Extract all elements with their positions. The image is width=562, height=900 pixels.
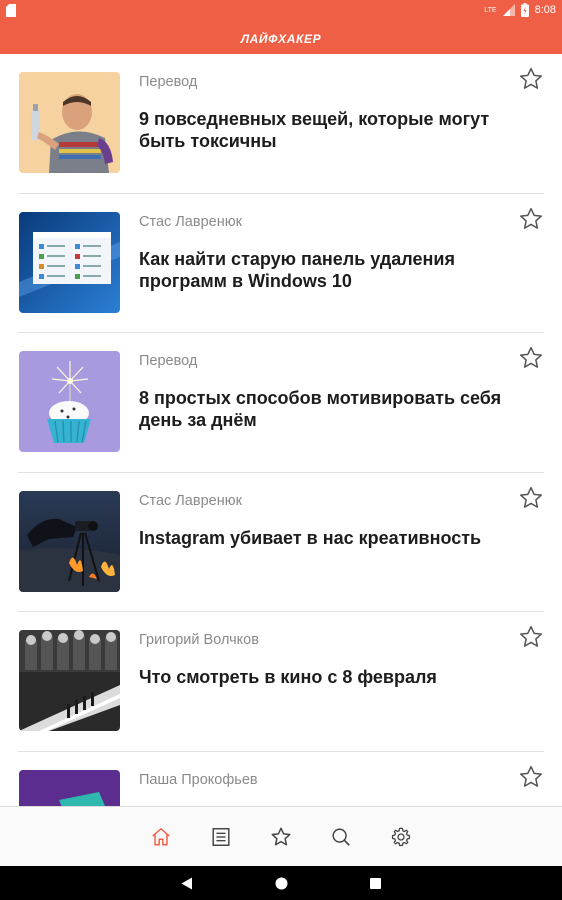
article-author: Перевод [139, 74, 198, 90]
article-thumbnail [19, 211, 120, 313]
clock: 8:08 [534, 4, 556, 16]
favorite-star-icon[interactable] [518, 764, 544, 790]
article-item[interactable]: Паша Прокофьев [18, 752, 544, 806]
signal-icon [502, 4, 515, 16]
sd-card-icon [6, 4, 16, 17]
search-icon[interactable] [329, 825, 353, 849]
system-navigation-bar [0, 866, 562, 900]
gear-icon[interactable] [389, 825, 413, 849]
article-item[interactable]: Перевод 8 простых способов мотивировать … [18, 333, 544, 473]
article-title[interactable]: Как найти старую панель удаления програм… [139, 248, 509, 292]
article-thumbnail [19, 351, 120, 452]
article-thumbnail [19, 769, 120, 806]
bottom-navigation [0, 806, 562, 866]
article-thumbnail [19, 72, 120, 173]
article-item[interactable]: Перевод 9 повседневных вещей, которые мо… [18, 54, 544, 194]
article-feed[interactable]: Перевод 9 повседневных вещей, которые мо… [0, 54, 562, 806]
home-icon[interactable] [149, 825, 173, 849]
article-item[interactable]: Стас Лавренюк Instagram убивает в нас кр… [18, 473, 544, 612]
home-circle-icon[interactable] [273, 875, 289, 891]
status-bar: LTE 8:08 [0, 0, 562, 24]
back-icon[interactable] [179, 875, 195, 891]
article-item[interactable]: Стас Лавренюк Как найти старую панель уд… [18, 194, 544, 333]
favorite-star-icon[interactable] [518, 485, 544, 511]
recents-icon[interactable] [367, 875, 383, 891]
battery-icon [520, 3, 529, 17]
article-author: Перевод [139, 353, 198, 369]
article-title[interactable]: 9 повседневных вещей, которые могут быть… [139, 108, 509, 152]
favorite-star-icon[interactable] [518, 206, 544, 232]
article-title[interactable]: Instagram убивает в нас креативность [139, 527, 509, 549]
article-author: Паша Прокофьев [139, 771, 258, 788]
app-bar: ЛАЙФХАКЕР [0, 24, 562, 54]
favorite-star-icon[interactable] [518, 624, 544, 650]
favorite-star-icon[interactable] [518, 66, 544, 92]
article-thumbnail [19, 630, 120, 731]
article-author: Григорий Волчков [139, 632, 259, 648]
article-thumbnail [19, 490, 120, 592]
article-item[interactable]: Григорий Волчков Что смотреть в кино с 8… [18, 612, 544, 752]
article-title[interactable]: Что смотреть в кино с 8 февраля [139, 666, 509, 688]
list-icon[interactable] [209, 825, 233, 849]
article-author: Стас Лавренюк [139, 213, 242, 230]
article-title[interactable]: 8 простых способов мотивировать себя ден… [139, 387, 509, 431]
favorite-star-icon[interactable] [518, 345, 544, 371]
star-icon[interactable] [269, 825, 293, 849]
network-type: LTE [484, 6, 497, 14]
app-title: ЛАЙФХАКЕР [240, 32, 322, 46]
article-author: Стас Лавренюк [139, 492, 242, 509]
